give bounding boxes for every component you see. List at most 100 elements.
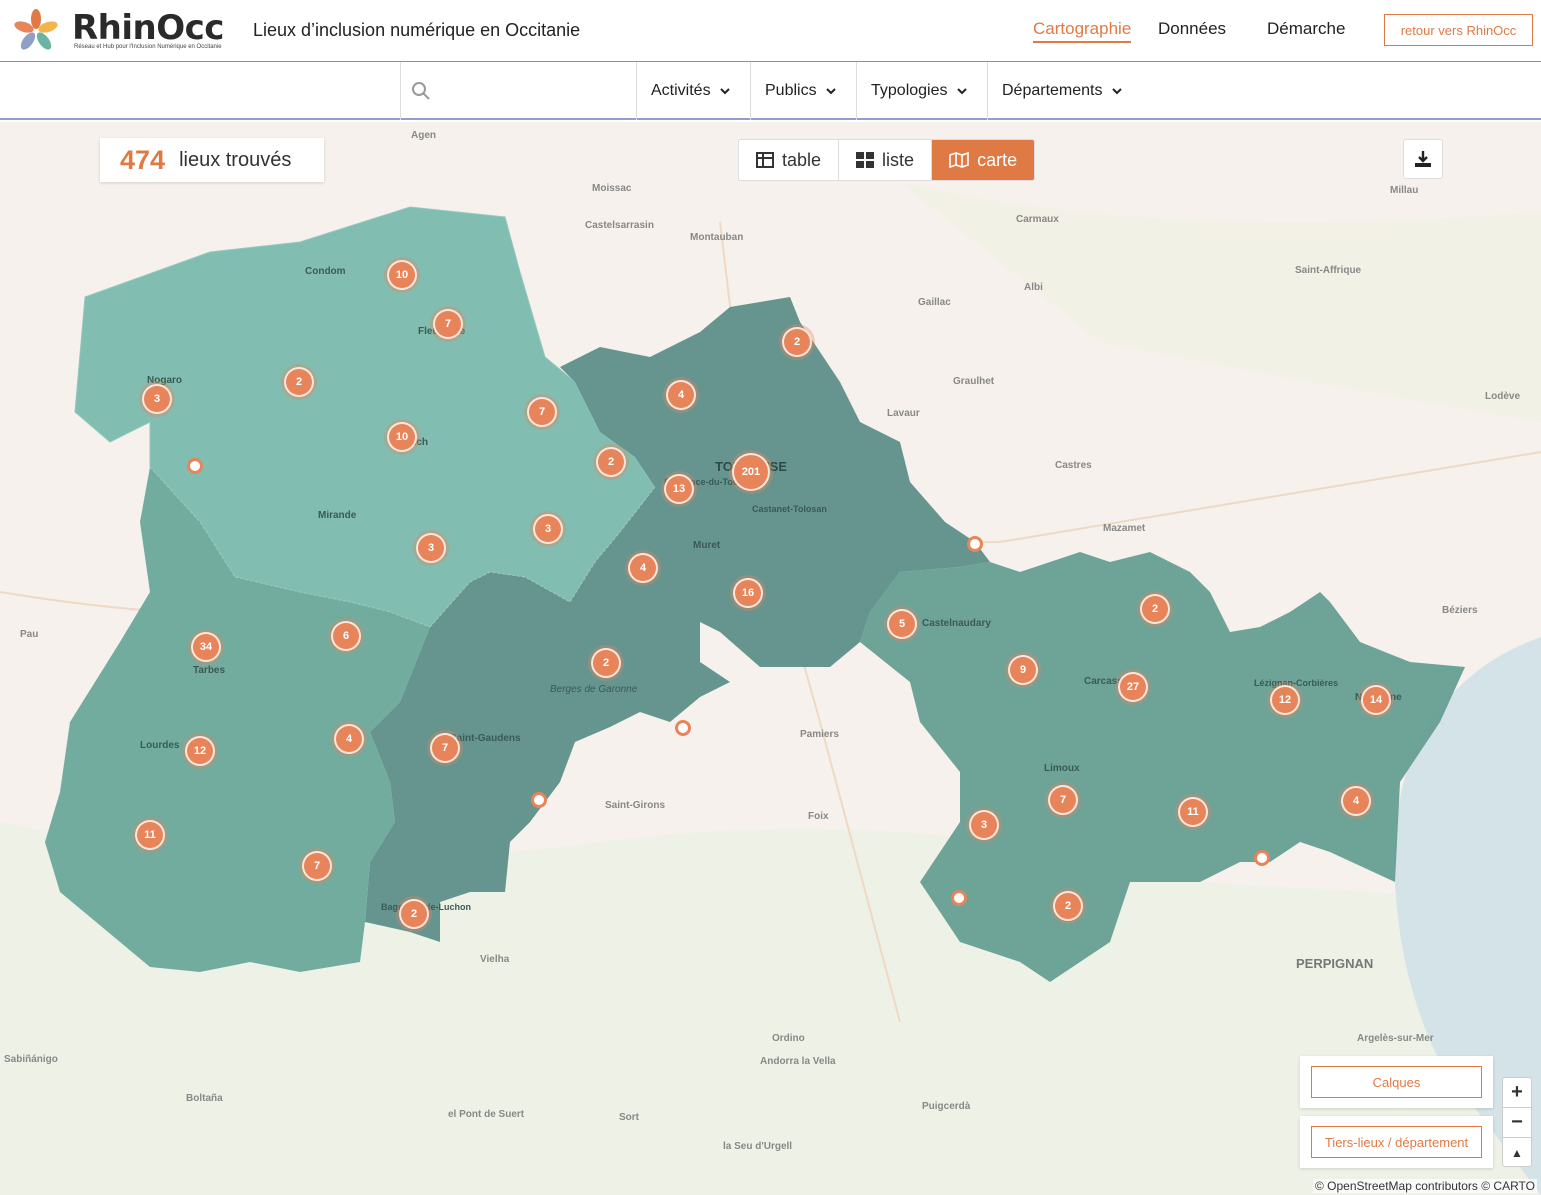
place-marker[interactable] xyxy=(967,536,983,552)
nav-demarche[interactable]: Démarche xyxy=(1267,19,1345,39)
map-view[interactable]: Agen Moissac Castelsarrasin Montauban Mi… xyxy=(0,122,1541,1195)
filter-activites-label: Activités xyxy=(651,82,711,99)
reset-north-button[interactable]: ▲ xyxy=(1503,1138,1531,1168)
cluster-marker[interactable]: 6 xyxy=(331,621,361,651)
view-map-button[interactable]: carte xyxy=(932,140,1035,180)
nav-cartographie[interactable]: Cartographie xyxy=(1033,19,1132,43)
place-label: Albi xyxy=(1024,282,1043,293)
cluster-marker[interactable]: 2 xyxy=(399,899,429,929)
app-header: RhinOcc Réseau et Hub pour l'Inclusion N… xyxy=(0,0,1541,62)
cluster-marker[interactable]: 12 xyxy=(185,736,215,766)
cluster-marker[interactable]: 7 xyxy=(302,851,332,881)
place-label: Puigcerdà xyxy=(922,1101,971,1112)
place-marker[interactable] xyxy=(531,792,547,808)
cluster-marker[interactable]: 2 xyxy=(1140,594,1170,624)
cluster-marker[interactable]: 12 xyxy=(1270,685,1300,715)
back-to-rhinocc-button[interactable]: retour vers RhinOcc xyxy=(1384,14,1533,46)
place-marker[interactable] xyxy=(951,890,967,906)
place-label: Ordino xyxy=(772,1033,805,1044)
place-label: Vielha xyxy=(480,954,510,965)
cluster-marker[interactable]: 3 xyxy=(969,810,999,840)
place-label: Lourdes xyxy=(140,740,180,751)
cluster-marker[interactable]: 3 xyxy=(533,514,563,544)
search-input[interactable] xyxy=(437,76,627,106)
cluster-marker[interactable]: 3 xyxy=(142,384,172,414)
filter-activites[interactable]: Activités xyxy=(637,62,751,120)
filter-typologies-label: Typologies xyxy=(871,82,948,99)
filter-publics[interactable]: Publics xyxy=(751,62,857,120)
cluster-marker[interactable]: 11 xyxy=(1178,797,1208,827)
filter-typologies[interactable]: Typologies xyxy=(857,62,988,120)
cluster-marker[interactable]: 11 xyxy=(135,820,165,850)
cluster-marker[interactable]: 7 xyxy=(430,733,460,763)
cluster-marker[interactable]: 7 xyxy=(1048,785,1078,815)
place-label: Castelnaudary xyxy=(922,618,991,629)
tiers-lieux-button[interactable]: Tiers-lieux / département xyxy=(1311,1126,1482,1158)
cluster-marker[interactable]: 2 xyxy=(1053,891,1083,921)
cluster-marker[interactable]: 7 xyxy=(527,397,557,427)
place-marker[interactable] xyxy=(1254,850,1270,866)
cluster-marker[interactable]: 9 xyxy=(1008,655,1038,685)
cluster-marker[interactable]: 7 xyxy=(433,309,463,339)
view-switcher: table liste carte xyxy=(738,139,1036,181)
cluster-marker[interactable]: 10 xyxy=(387,260,417,290)
filter-publics-label: Publics xyxy=(765,82,817,99)
place-label: Lézignan-Corbières xyxy=(1254,678,1339,688)
cluster-marker[interactable]: 2 xyxy=(591,648,621,678)
tiers-lieux-panel: Tiers-lieux / département xyxy=(1300,1116,1493,1168)
place-label: Saint-Gaudens xyxy=(450,733,521,744)
cluster-marker[interactable]: 13 xyxy=(664,474,694,504)
cluster-marker[interactable]: 4 xyxy=(628,553,658,583)
layers-button[interactable]: Calques xyxy=(1311,1066,1482,1098)
cluster-marker[interactable]: 10 xyxy=(387,422,417,452)
zoom-out-button[interactable]: − xyxy=(1503,1108,1531,1138)
cluster-marker[interactable]: 5 xyxy=(887,609,917,639)
cluster-marker[interactable]: 4 xyxy=(666,380,696,410)
view-table-button[interactable]: table xyxy=(739,140,840,180)
download-button[interactable] xyxy=(1403,139,1443,179)
view-table-label: table xyxy=(782,149,822,170)
page-title: Lieux d’inclusion numérique en Occitanie xyxy=(253,20,581,40)
cluster-marker[interactable]: 16 xyxy=(733,578,763,608)
nav-donnees[interactable]: Données xyxy=(1158,19,1226,39)
place-label: Condom xyxy=(305,266,346,277)
map-attribution[interactable]: © OpenStreetMap contributors © CARTO xyxy=(1313,1179,1537,1193)
view-list-label: liste xyxy=(882,149,915,170)
place-label: el Pont de Suert xyxy=(448,1109,525,1120)
chevron-down-icon xyxy=(719,88,730,95)
layers-panel: Calques xyxy=(1300,1056,1493,1108)
place-label: Pamiers xyxy=(800,729,839,740)
place-label: Mazamet xyxy=(1103,523,1146,534)
cluster-marker-large[interactable]: 201 xyxy=(732,453,770,491)
cluster-marker[interactable]: 4 xyxy=(1341,786,1371,816)
cluster-marker[interactable]: 27 xyxy=(1118,672,1148,702)
cluster-marker[interactable]: 2 xyxy=(284,367,314,397)
grid-icon xyxy=(856,152,875,168)
cluster-marker[interactable]: 14 xyxy=(1361,685,1391,715)
place-label: Gaillac xyxy=(918,297,951,308)
view-list-button[interactable]: liste xyxy=(839,140,933,180)
place-label: Andorra la Vella xyxy=(760,1056,836,1067)
place-label: PERPIGNAN xyxy=(1296,956,1374,971)
place-label: Moissac xyxy=(592,183,632,194)
zoom-in-button[interactable]: + xyxy=(1503,1078,1531,1108)
place-marker[interactable] xyxy=(675,720,691,736)
place-label: Castelsarrasin xyxy=(585,220,654,231)
rhinocc-logo[interactable] xyxy=(12,8,60,54)
results-count-label: lieux trouvés xyxy=(179,148,292,171)
search-icon xyxy=(412,82,430,100)
map-basemap xyxy=(0,122,1541,1195)
place-marker[interactable] xyxy=(187,458,203,474)
cluster-marker[interactable]: 2 xyxy=(782,327,812,357)
cluster-marker[interactable]: 2 xyxy=(596,447,626,477)
place-label: Graulhet xyxy=(953,376,995,387)
place-label: Carmaux xyxy=(1016,214,1059,225)
place-label: Béziers xyxy=(1442,605,1478,616)
cluster-marker[interactable]: 34 xyxy=(191,632,221,662)
filter-bar: Activités Publics Typologies Département… xyxy=(0,62,1541,120)
place-label: Sort xyxy=(619,1112,639,1123)
filter-departements[interactable]: Départements xyxy=(988,62,1138,120)
chevron-down-icon xyxy=(825,88,836,95)
cluster-marker[interactable]: 3 xyxy=(416,533,446,563)
cluster-marker[interactable]: 4 xyxy=(334,724,364,754)
